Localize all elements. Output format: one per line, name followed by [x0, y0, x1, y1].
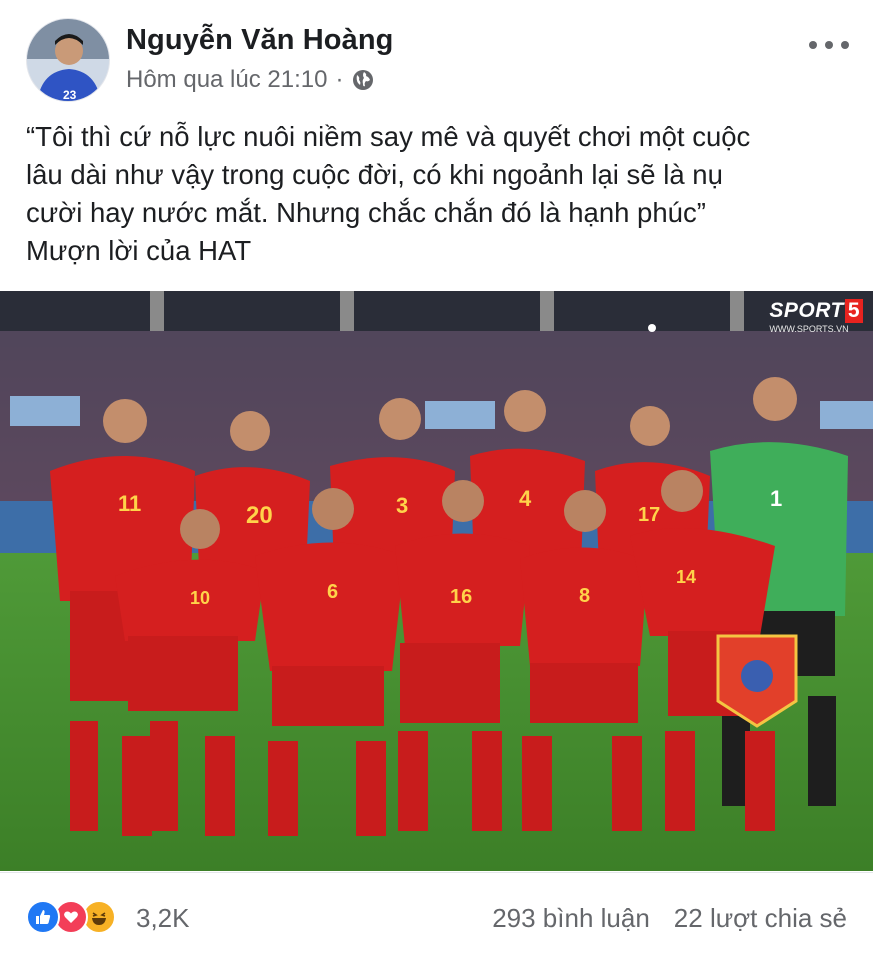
author-avatar[interactable]: 23: [26, 18, 110, 102]
engagement-bar: 3,2K 293 bình luận 22 lượt chia sẻ: [0, 872, 873, 960]
svg-text:11: 11: [118, 491, 141, 516]
post-text-line: cười hay nước mắt. Nhưng chắc chắn đó là…: [26, 197, 706, 228]
post-text-line: Mượn lời của HAT: [26, 235, 252, 266]
team-photo-illustration: 11 20 3 4 17 1 10 6 16 8 14: [0, 291, 873, 871]
post-timestamp[interactable]: Hôm qua lúc 21:10: [126, 66, 327, 94]
avatar-image: 23: [27, 19, 109, 102]
watermark-number: 5: [844, 299, 863, 323]
post-text-line: lâu dài như vậy trong cuộc đời, có khi n…: [26, 159, 723, 190]
author-name[interactable]: Nguyễn Văn Hoàng: [126, 24, 393, 57]
photo-watermark: SPORT 5 WWW.SPORTS.VN: [769, 299, 863, 334]
svg-text:16: 16: [450, 586, 472, 608]
comments-count-link[interactable]: 293 bình luận: [492, 903, 650, 934]
shares-count-link[interactable]: 22 lượt chia sẻ: [674, 903, 847, 934]
reaction-count[interactable]: 3,2K: [136, 903, 190, 934]
svg-text:6: 6: [327, 581, 338, 603]
like-icon: [26, 900, 60, 934]
more-options-icon[interactable]: [809, 30, 849, 60]
watermark-brand: SPORT: [769, 299, 844, 322]
svg-text:3: 3: [396, 493, 408, 518]
svg-text:23: 23: [63, 88, 77, 102]
svg-text:10: 10: [190, 588, 210, 608]
reaction-icons[interactable]: [26, 899, 116, 935]
svg-text:17: 17: [638, 504, 660, 526]
svg-text:20: 20: [246, 502, 273, 529]
watermark-url: WWW.SPORTS.VN: [769, 324, 849, 334]
svg-text:14: 14: [676, 567, 696, 587]
post-photo[interactable]: 11 20 3 4 17 1 10 6 16 8 14 SPORT 5 WWW.…: [0, 291, 873, 871]
post-meta: Hôm qua lúc 21:10 ·: [126, 66, 375, 94]
globe-icon[interactable]: [351, 68, 375, 92]
post-message: “Tôi thì cứ nỗ lực nuôi niềm say mê và q…: [26, 118, 856, 270]
post-header: 23 Nguyễn Văn Hoàng Hôm qua lúc 21:10 ·: [0, 0, 873, 110]
engagement-stats: 293 bình luận 22 lượt chia sẻ: [492, 903, 847, 934]
post-text-line: “Tôi thì cứ nỗ lực nuôi niềm say mê và q…: [26, 121, 751, 152]
meta-separator: ·: [335, 66, 344, 93]
svg-text:8: 8: [579, 585, 590, 607]
svg-text:4: 4: [519, 486, 532, 511]
svg-text:1: 1: [770, 486, 782, 511]
